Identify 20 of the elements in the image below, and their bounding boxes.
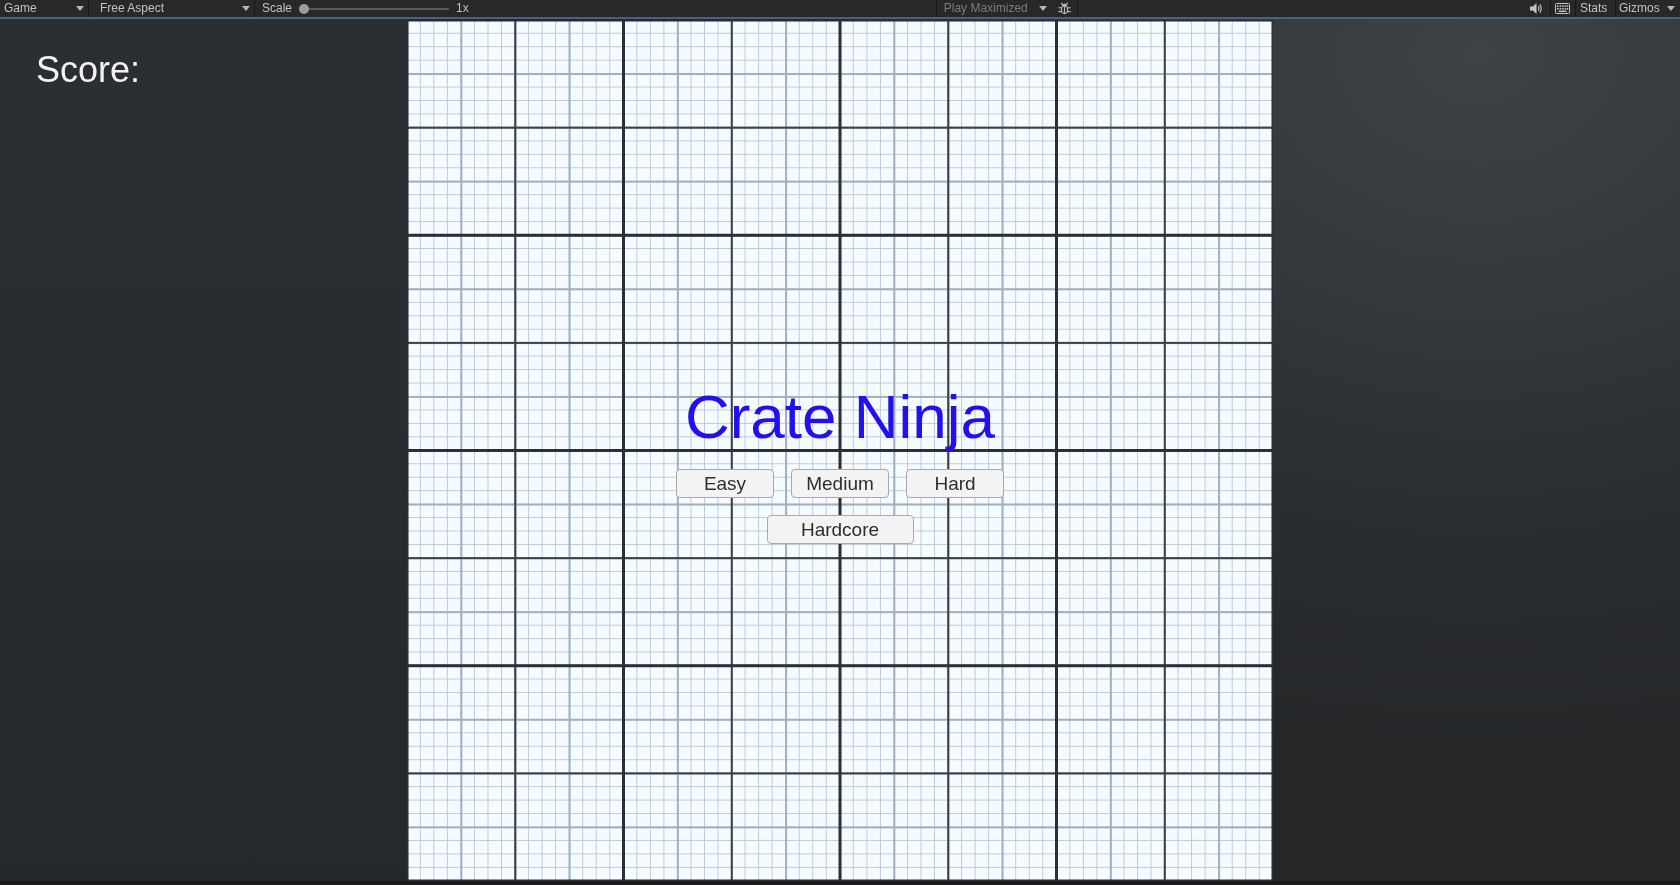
slider-handle[interactable] (299, 3, 310, 14)
caret-icon (242, 6, 250, 11)
scale-value: 1x (456, 0, 469, 17)
scale-label: Scale (262, 0, 293, 17)
aspect-dropdown[interactable]: Free Aspect (91, 0, 254, 17)
difficulty-button[interactable]: Hard (906, 469, 1004, 498)
caret-icon (1667, 6, 1675, 11)
play-mode-dropdown[interactable]: Play Maximized (936, 0, 1055, 17)
speaker-icon[interactable] (1530, 3, 1542, 14)
difficulty-button[interactable]: Medium (791, 469, 889, 498)
score-label: Score: (36, 48, 142, 91)
stats-button[interactable]: Stats (1576, 0, 1615, 17)
view-dropdown[interactable]: Game (0, 0, 88, 17)
gizmos-dropdown[interactable]: Gizmos (1616, 0, 1680, 17)
difficulty-button[interactable]: Easy (676, 469, 774, 498)
keyboard-icon[interactable] (1555, 3, 1570, 14)
difficulty-button[interactable]: Hardcore (766, 515, 914, 544)
bug-icon[interactable] (1057, 2, 1071, 15)
caret-icon (1038, 6, 1047, 11)
caret-icon (76, 6, 84, 11)
